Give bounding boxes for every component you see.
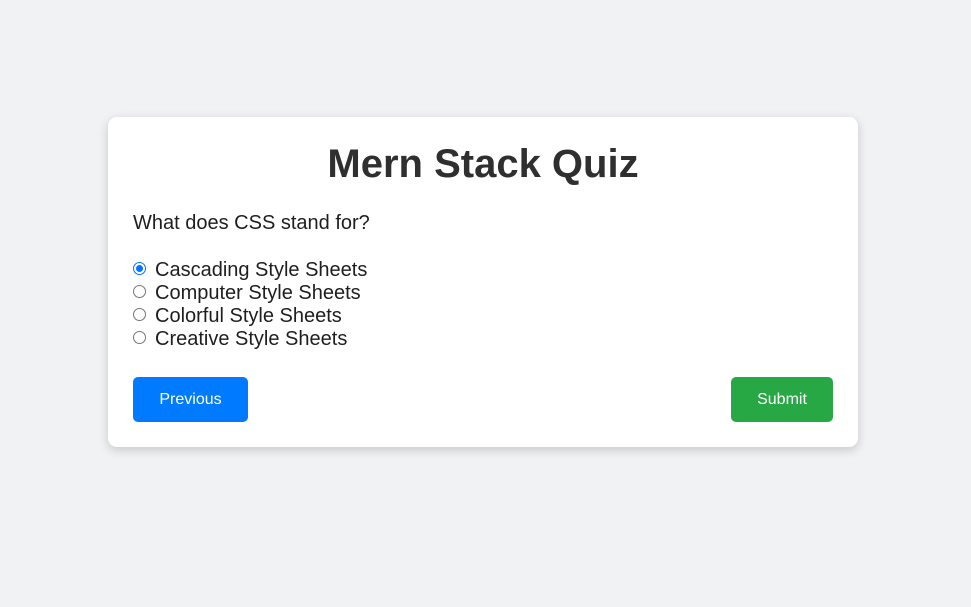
answer-option-cascading[interactable]: Cascading Style Sheets	[133, 259, 367, 282]
question-text: What does CSS stand for?	[133, 212, 370, 234]
answer-label-creative[interactable]: Creative Style Sheets	[155, 328, 347, 351]
radio-button-computer[interactable]	[133, 285, 146, 298]
radio-button-cascading[interactable]	[133, 262, 146, 275]
quiz-title: Mern Stack Quiz	[327, 142, 639, 186]
radio-button-creative[interactable]	[133, 331, 146, 344]
answer-option-colorful[interactable]: Colorful Style Sheets	[133, 305, 367, 328]
quiz-card: Mern Stack Quiz What does CSS stand for?…	[108, 117, 858, 447]
radio-button-colorful[interactable]	[133, 308, 146, 321]
answer-label-cascading[interactable]: Cascading Style Sheets	[155, 259, 367, 282]
answer-options: Cascading Style Sheets Computer Style Sh…	[133, 259, 367, 351]
previous-button[interactable]: Previous	[133, 377, 248, 422]
answer-label-colorful[interactable]: Colorful Style Sheets	[155, 305, 342, 328]
answer-option-creative[interactable]: Creative Style Sheets	[133, 328, 367, 351]
answer-option-computer[interactable]: Computer Style Sheets	[133, 282, 367, 305]
submit-button[interactable]: Submit	[731, 377, 833, 422]
answer-label-computer[interactable]: Computer Style Sheets	[155, 282, 361, 305]
